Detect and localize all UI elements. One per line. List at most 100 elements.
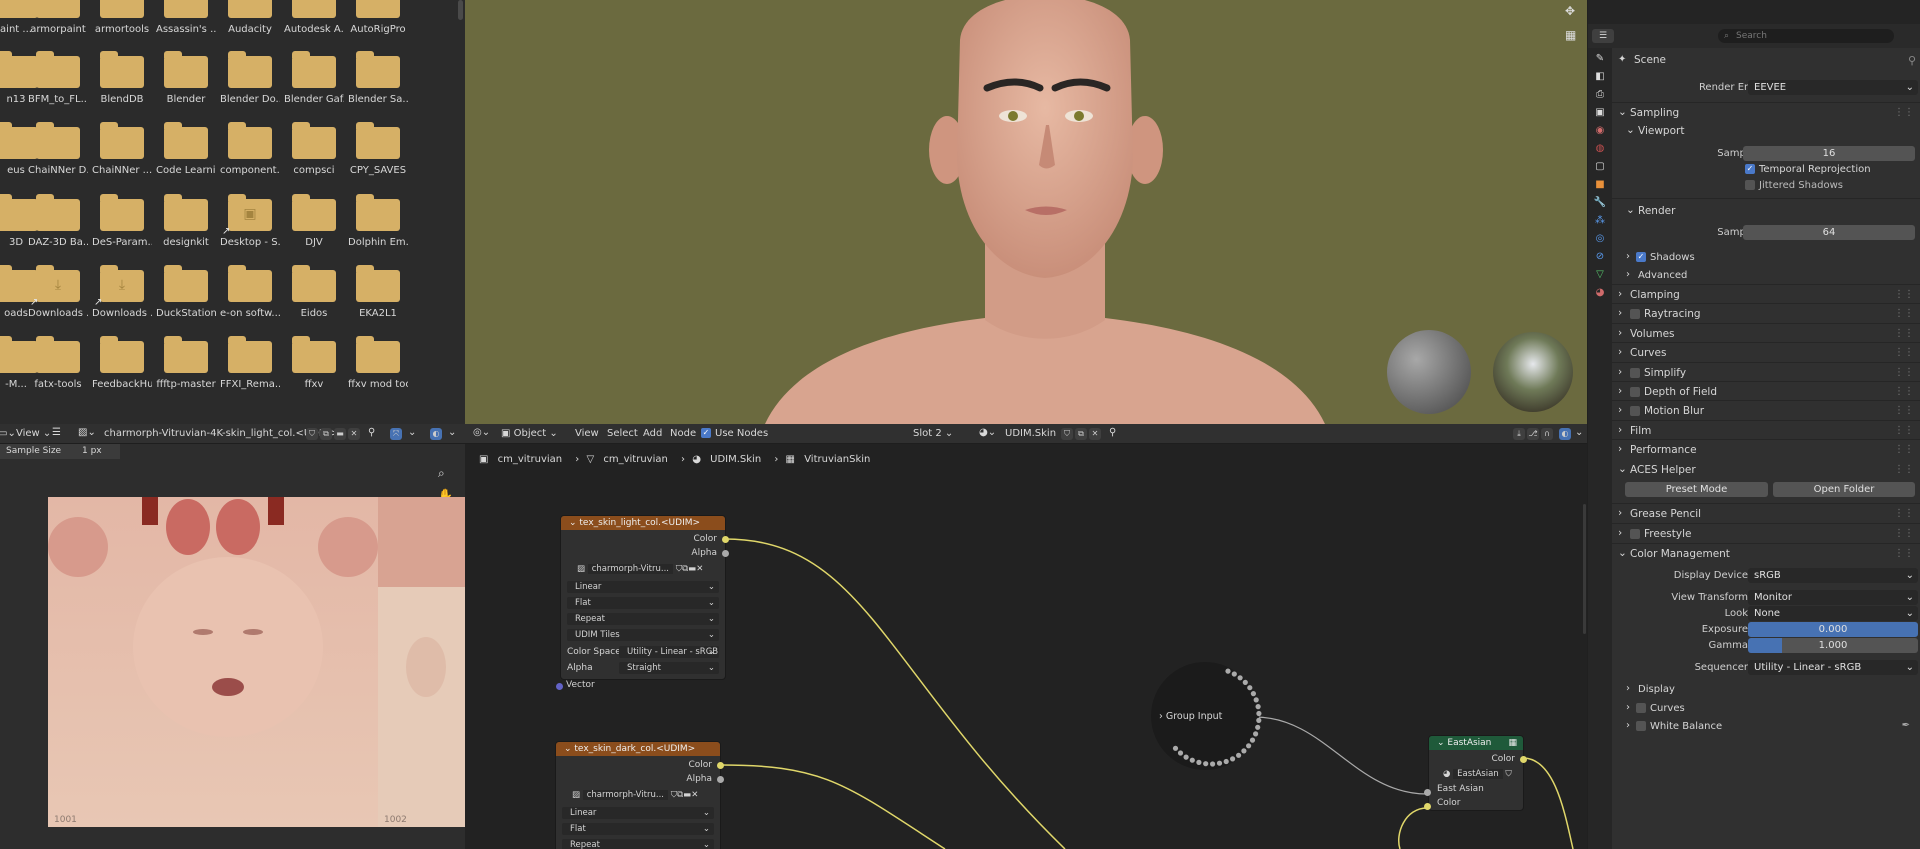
socket-alpha-out[interactable] — [722, 550, 729, 557]
projection-dropdown[interactable]: Flat ⌄ — [567, 597, 719, 609]
editor-type-icon[interactable]: ▭⌄ — [0, 428, 16, 439]
alpha-mode-dropdown[interactable]: Straight ⌄ — [619, 662, 719, 674]
editor-type-icon[interactable]: ☰ — [1592, 29, 1614, 43]
object-tab-icon[interactable]: ■ — [1593, 178, 1607, 192]
eastasian-group-node[interactable]: ⌄ EastAsian ▦ Color ◕ EastAsian ⛉ East As… — [1428, 735, 1524, 811]
physics-tab-icon[interactable]: ◎ — [1593, 232, 1607, 246]
node-header[interactable]: ⌄ tex_skin_light_col.<UDIM> — [561, 516, 725, 530]
render-samples-field[interactable]: 64 — [1743, 225, 1915, 240]
render-tab-icon[interactable]: ◧ — [1593, 70, 1607, 84]
drag-handle-icon[interactable]: ⋮⋮ — [1894, 444, 1914, 455]
temporal-reprojection-checkbox[interactable]: ✓ Temporal Reprojection — [1745, 164, 1871, 175]
color-space-dropdown[interactable]: Utility - Linear - sRGB ⌄ — [619, 646, 719, 658]
projection-dropdown[interactable]: Flat ⌄ — [562, 823, 714, 835]
source-dropdown[interactable]: UDIM Tiles ⌄ — [567, 629, 719, 641]
jittered-shadows-checkbox[interactable]: Jittered Shadows — [1745, 180, 1843, 191]
viewport-samples-field[interactable]: 16 — [1743, 146, 1915, 161]
display-device-dropdown[interactable]: sRGB ⌄ — [1748, 568, 1918, 583]
view-transform-dropdown[interactable]: Monitor ⌄ — [1748, 590, 1918, 605]
folder-item[interactable]: fatx-tools — [28, 336, 88, 390]
folder-item[interactable]: Blender Gaf... — [284, 51, 344, 105]
drag-handle-icon[interactable]: ⋮⋮ — [1894, 328, 1914, 339]
render-engine-dropdown[interactable]: EEVEE ⌄ — [1748, 80, 1918, 95]
grease-pencil-panel-header[interactable]: › Grease Pencil ⋮⋮ — [1612, 505, 1920, 525]
folder-item[interactable]: Dolphin Em... — [348, 194, 408, 248]
node-header[interactable]: ⌄ tex_skin_dark_col.<UDIM> — [556, 742, 720, 756]
particles-tab-icon[interactable]: ⁂ — [1593, 214, 1607, 228]
folder-item[interactable]: DeS-Param... — [92, 194, 152, 248]
folder-item[interactable]: ▣↗Desktop - S... — [220, 194, 280, 248]
folder-item[interactable]: FeedbackHub — [92, 336, 152, 390]
grid-icon[interactable]: ▦ — [1565, 28, 1579, 42]
sequencer-dropdown[interactable]: Utility - Linear - sRGB ⌄ — [1748, 660, 1918, 675]
folder-item[interactable]: Assassin's ... — [156, 0, 216, 35]
folder-item[interactable]: DuckStation — [156, 265, 216, 319]
node-header[interactable]: ⌄ EastAsian ▦ — [1429, 736, 1523, 750]
zoom-icon[interactable]: ⌕ — [438, 466, 454, 482]
overlay-icon[interactable]: ◐ — [430, 428, 442, 440]
display-subpanel-header[interactable]: › Display — [1612, 681, 1920, 701]
preset-mode-button[interactable]: Preset Mode — [1625, 482, 1768, 497]
interpolation-dropdown[interactable]: Linear ⌄ — [567, 581, 719, 593]
folder-item[interactable]: DJV — [284, 194, 344, 248]
image-datablock-row[interactable]: ▨ charmorph-Vitru... ⛉⧉▬✕ — [569, 563, 717, 575]
viewport-subpanel-header[interactable]: ⌄ Viewport — [1612, 122, 1920, 142]
menu-icon[interactable]: ☰ — [52, 427, 61, 438]
sample-size-value[interactable]: 1 px — [82, 446, 102, 456]
socket-color-out[interactable] — [1520, 756, 1527, 763]
scene-tab-icon[interactable]: ◉ — [1593, 124, 1607, 138]
drag-handle-icon[interactable]: ⋮⋮ — [1894, 464, 1914, 475]
folder-item[interactable]: Code Learni... — [156, 122, 216, 176]
drag-handle-icon[interactable]: ⋮⋮ — [1894, 367, 1914, 378]
folder-item[interactable]: BlendDB — [92, 51, 152, 105]
folder-item[interactable]: AutoRigPro — [348, 0, 408, 35]
close-icon[interactable]: ✕ — [348, 428, 360, 440]
folder-item[interactable]: ChaiNNer D... — [28, 122, 88, 176]
curves-subpanel-header[interactable]: › Curves — [1612, 700, 1920, 720]
checkbox[interactable] — [1630, 367, 1640, 378]
interpolation-dropdown[interactable]: Linear ⌄ — [562, 807, 714, 819]
folder-item[interactable]: CPY_SAVES — [348, 122, 408, 176]
drag-handle-icon[interactable]: ⋮⋮ — [1894, 289, 1914, 300]
render-subpanel-header[interactable]: ⌄ Render — [1612, 202, 1920, 222]
image-browse-icon[interactable]: ▨⌄ — [78, 427, 96, 438]
aces-helper-panel-header[interactable]: ⌄ ACES Helper ⋮⋮ — [1612, 461, 1920, 481]
checkbox[interactable] — [1630, 406, 1640, 417]
folder-item[interactable]: DAZ-3D Ba... — [28, 194, 88, 248]
folder-item[interactable]: ffxv mod tool — [348, 336, 408, 390]
checkbox[interactable] — [1630, 309, 1640, 320]
folder-item[interactable]: ⤓↗Downloads ... — [92, 265, 152, 319]
properties-search-input[interactable]: ⌕ Search — [1718, 29, 1894, 43]
open-folder-button[interactable]: Open Folder — [1773, 482, 1915, 497]
eyedropper-icon[interactable]: ✒ — [1902, 720, 1910, 731]
folder-item[interactable]: EKA2L1 — [348, 265, 408, 319]
folder-item[interactable]: ffftp-master — [156, 336, 216, 390]
chevron-down-icon[interactable]: ⌄ — [408, 427, 416, 438]
pin-icon[interactable]: ⚲ — [1908, 54, 1916, 67]
socket-vector-in[interactable] — [556, 683, 563, 690]
constraints-tab-icon[interactable]: ⊘ — [1593, 250, 1607, 264]
folder-item[interactable]: Audacity — [220, 0, 280, 35]
freestyle-panel-header[interactable]: › Freestyle ⋮⋮ — [1612, 525, 1920, 545]
3d-viewport[interactable]: ✥ ▦ — [465, 0, 1587, 424]
uv-sync-icon[interactable]: ⤧ — [390, 428, 402, 440]
drag-handle-icon[interactable]: ⋮⋮ — [1894, 508, 1914, 519]
sampling-panel-header[interactable]: ⌄ Sampling ⋮⋮ — [1612, 104, 1920, 124]
folder-item[interactable]: BFM_to_FL... — [28, 51, 88, 105]
output-tab-icon[interactable]: ⎙ — [1593, 88, 1607, 102]
tool-tab-icon[interactable]: ✎ — [1593, 52, 1607, 66]
image-datablock-row[interactable]: ▨ charmorph-Vitru... ⛉⧉▬✕ — [564, 789, 712, 801]
file-browser-scrollbar[interactable] — [458, 0, 463, 20]
drag-handle-icon[interactable]: ⋮⋮ — [1894, 107, 1914, 118]
shader-node-editor[interactable]: ◎⌄ ▣ Object ⌄ View Select Add Node ✓ Use … — [465, 424, 1587, 849]
look-dropdown[interactable]: None ⌄ — [1748, 606, 1918, 621]
folder-item[interactable]: Autodesk A... — [284, 0, 344, 35]
world-tab-icon[interactable]: ◍ — [1593, 142, 1607, 156]
gamma-slider[interactable]: 1.000 — [1748, 638, 1918, 653]
folder-item[interactable]: ffxv — [284, 336, 344, 390]
material-tab-icon[interactable]: ◕ — [1593, 286, 1607, 300]
pin-icon[interactable]: ⚲ — [368, 427, 375, 438]
folder-item[interactable]: designkit — [156, 194, 216, 248]
folder-item[interactable]: armorpaint — [28, 0, 88, 35]
folder-item[interactable]: Eidos — [284, 265, 344, 319]
